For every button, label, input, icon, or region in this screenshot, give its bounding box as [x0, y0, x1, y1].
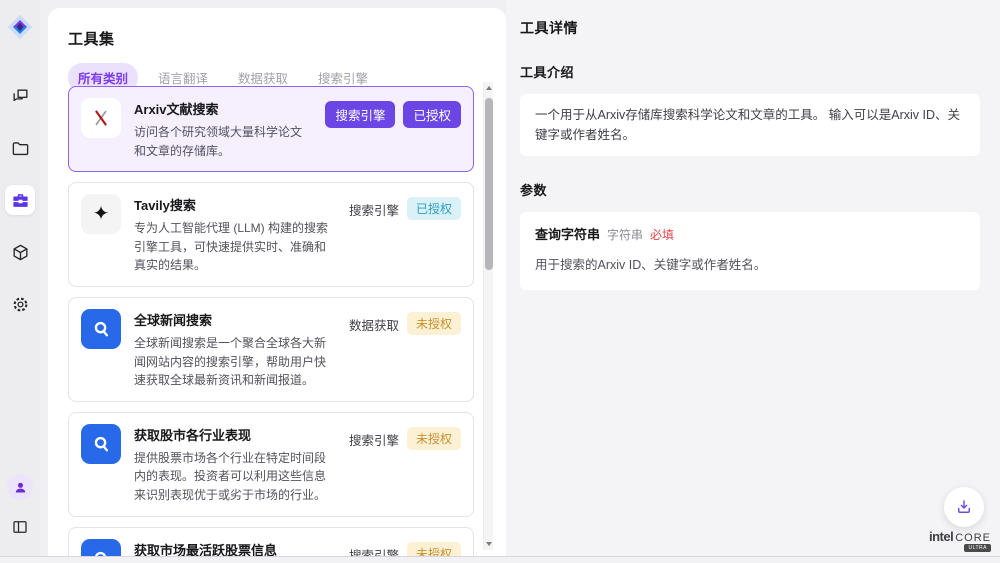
search-q-icon	[81, 539, 121, 556]
chat-icon	[11, 87, 30, 106]
intro-text-box: 一个用于从Arxiv存储库搜索科学论文和文章的工具。 输入可以是Arxiv ID…	[520, 94, 980, 156]
user-avatar[interactable]	[7, 474, 33, 500]
search-q-icon	[81, 309, 121, 349]
tool-description: 专为人工智能代理 (LLM) 构建的搜索引擎工具，可快速提供实时、准确和真实的结…	[134, 219, 336, 275]
tool-badges: 搜索引擎 已授权	[349, 194, 461, 275]
tool-description: 访问各个研究领域大量科学论文和文章的存储库。	[134, 123, 312, 160]
download-icon	[955, 498, 973, 516]
tool-badges: 搜索引擎 已授权	[325, 98, 461, 160]
tool-text: 获取市场最活跃股票信息 提供当天交易量最高的股票列表，投资者可以利用这些信息来识…	[134, 539, 336, 556]
toolbox-icon	[11, 191, 30, 210]
sparkle-icon: ✦	[81, 194, 121, 234]
category-badge: 搜索引擎	[325, 101, 395, 128]
status-badge: 已授权	[407, 197, 461, 220]
tool-badges: 搜索引擎 未授权	[349, 539, 461, 556]
tool-card-tavily[interactable]: ✦ Tavily搜索 专为人工智能代理 (LLM) 构建的搜索引擎工具，可快速提…	[68, 182, 474, 287]
tool-name: Arxiv文献搜索	[134, 99, 312, 118]
intel-core-logo: intel CORE ULTRA	[929, 529, 991, 544]
tool-card-most-active-stocks[interactable]: 获取市场最活跃股票信息 提供当天交易量最高的股票列表，投资者可以利用这些信息来识…	[68, 527, 474, 556]
scroll-up-arrow[interactable]	[486, 86, 492, 90]
status-badge: 未授权	[407, 312, 461, 335]
category-label: 数据获取	[349, 312, 399, 337]
folder-icon	[11, 139, 30, 158]
sidebar-item-chat[interactable]	[5, 81, 35, 111]
params-heading: 参数	[520, 180, 980, 199]
arxiv-x-icon	[81, 98, 121, 138]
parameter-name: 查询字符串	[535, 225, 600, 246]
sidebar-item-packages[interactable]	[5, 237, 35, 267]
parameter-header: 查询字符串 字符串 必填	[535, 225, 965, 246]
status-badge: 已授权	[403, 101, 461, 128]
tool-name: Tavily搜索	[134, 195, 336, 214]
collapse-sidebar-button[interactable]	[5, 512, 35, 542]
tool-badges: 数据获取 未授权	[349, 309, 461, 390]
category-label: 搜索引擎	[349, 427, 399, 452]
tool-name: 获取股市各行业表现	[134, 425, 336, 444]
details-title: 工具详情	[520, 18, 980, 38]
layout-columns-icon	[11, 518, 29, 536]
parameter-type: 字符串	[607, 226, 643, 245]
tool-badges: 搜索引擎 未授权	[349, 424, 461, 505]
tool-name: 全球新闻搜索	[134, 310, 336, 329]
tool-text: Tavily搜索 专为人工智能代理 (LLM) 构建的搜索引擎工具，可快速提供实…	[134, 194, 336, 275]
left-sidebar	[0, 0, 40, 556]
tool-description: 全球新闻搜索是一个聚合全球各大新闻网站内容的搜索引擎，帮助用户快速获取全球最新资…	[134, 334, 336, 390]
tool-card-sector-performance[interactable]: 获取股市各行业表现 提供股票市场各个行业在特定时间段内的表现。投资者可以利用这些…	[68, 412, 474, 517]
scroll-down-arrow[interactable]	[486, 542, 492, 546]
download-button[interactable]	[944, 487, 984, 527]
tool-text: Arxiv文献搜索 访问各个研究领域大量科学论文和文章的存储库。	[134, 98, 312, 160]
sidebar-nav	[5, 81, 35, 319]
page-title: 工具集	[68, 28, 506, 49]
diamond-logo-icon	[6, 13, 34, 41]
window-bottom-strip	[0, 557, 1000, 563]
sidebar-item-settings[interactable]	[5, 289, 35, 319]
core-brand-text: CORE ULTRA	[955, 532, 991, 544]
search-q-icon	[81, 424, 121, 464]
cube-icon	[11, 243, 30, 262]
tool-name: 获取市场最活跃股票信息	[134, 540, 336, 556]
intro-heading: 工具介绍	[520, 62, 980, 81]
category-label: 搜索引擎	[349, 542, 399, 556]
sidebar-bottom	[5, 474, 35, 542]
app-logo[interactable]	[6, 13, 34, 41]
tool-card-global-news[interactable]: 全球新闻搜索 全球新闻搜索是一个聚合全球各大新闻网站内容的搜索引擎，帮助用户快速…	[68, 297, 474, 402]
parameter-description: 用于搜索的Arxiv ID、关键字或作者姓名。	[535, 255, 965, 275]
category-label: 搜索引擎	[349, 197, 399, 222]
parameter-card: 查询字符串 字符串 必填 用于搜索的Arxiv ID、关键字或作者姓名。	[520, 212, 980, 290]
gear-icon	[11, 295, 30, 314]
sidebar-item-toolset[interactable]	[5, 185, 35, 215]
tool-list: Arxiv文献搜索 访问各个研究领域大量科学论文和文章的存储库。 搜索引擎 已授…	[68, 86, 474, 556]
tool-text: 全球新闻搜索 全球新闻搜索是一个聚合全球各大新闻网站内容的搜索引擎，帮助用户快速…	[134, 309, 336, 390]
scrollbar-thumb[interactable]	[485, 98, 493, 270]
tool-text: 获取股市各行业表现 提供股票市场各个行业在特定时间段内的表现。投资者可以利用这些…	[134, 424, 336, 505]
sidebar-item-files[interactable]	[5, 133, 35, 163]
list-scrollbar[interactable]	[483, 82, 493, 550]
ultra-badge: ULTRA	[964, 544, 991, 552]
status-badge: 未授权	[407, 427, 461, 450]
parameter-required-flag: 必填	[650, 226, 674, 245]
intel-brand-text: intel	[929, 529, 953, 544]
tool-details-panel: 工具详情 工具介绍 一个用于从Arxiv存储库搜索科学论文和文章的工具。 输入可…	[506, 0, 1000, 556]
status-badge: 未授权	[407, 542, 461, 556]
tool-description: 提供股票市场各个行业在特定时间段内的表现。投资者可以利用这些信息来识别表现优于或…	[134, 449, 336, 505]
person-icon	[13, 480, 28, 495]
toolset-panel: 工具集 所有类别 语言翻译 数据获取 搜索引擎 Arxiv文献搜索 访问各个研究…	[48, 8, 506, 556]
tool-card-arxiv[interactable]: Arxiv文献搜索 访问各个研究领域大量科学论文和文章的存储库。 搜索引擎 已授…	[68, 86, 474, 172]
